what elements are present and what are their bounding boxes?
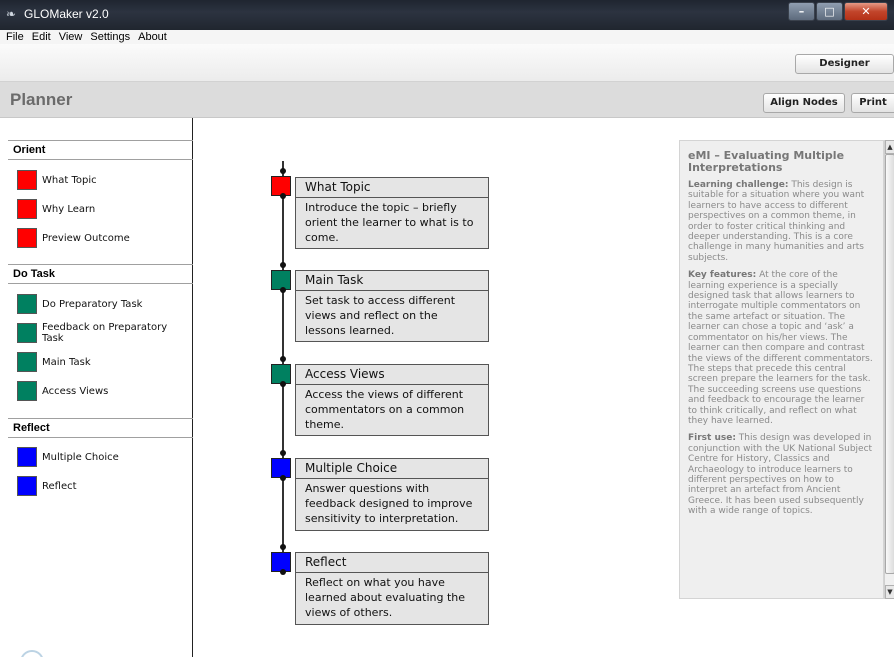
node-title: Access Views (296, 365, 488, 385)
node-description: Introduce the topic – briefly orient the… (305, 201, 474, 244)
info-label: Key features: (688, 270, 757, 281)
node-description: Access the views of different commentato… (305, 388, 465, 431)
connector-dot (280, 193, 286, 199)
window-title: GLOMaker v2.0 (24, 7, 109, 21)
info-text: This design was developed in conjunction… (688, 433, 873, 517)
menu-about[interactable]: About (134, 30, 171, 44)
section-do-task: Do Task (8, 264, 193, 284)
palette-item-feedback-preparatory[interactable]: Feedback on Preparatory Task (17, 322, 182, 344)
toolbar (0, 44, 894, 82)
palette-item-label: Reflect (42, 480, 77, 492)
palette-item-label: Main Task (42, 356, 91, 368)
palette-item-label: Why Learn (42, 203, 96, 215)
app-window: ❧ GLOMaker v2.0 – □ ✕ File Edit View Set… (0, 0, 894, 657)
palette-item-label: Do Preparatory Task (42, 298, 143, 310)
scroll-up-icon[interactable]: ▲ (885, 140, 894, 154)
title-bar: ❧ GLOMaker v2.0 – □ ✕ (0, 0, 894, 30)
connector-dot (280, 287, 286, 293)
info-text: At the core of the learning experience i… (688, 270, 873, 426)
palette-item-preview-outcome[interactable]: Preview Outcome (17, 227, 182, 249)
node-reflect[interactable]: Reflect Reflect on what you have learned… (295, 552, 489, 625)
feather-icon: ❧ (6, 7, 17, 21)
info-scrollbar[interactable]: ▲ ▼ (884, 140, 894, 599)
menu-settings[interactable]: Settings (86, 30, 134, 44)
node-main-task[interactable]: Main Task Set task to access different v… (295, 270, 489, 342)
palette-item-what-topic[interactable]: What Topic (17, 169, 182, 191)
palette-item-do-preparatory-task[interactable]: Do Preparatory Task (17, 293, 182, 315)
menu-file[interactable]: File (0, 30, 28, 44)
connector-dot (280, 262, 286, 268)
node-title: Multiple Choice (296, 459, 488, 479)
palette-item-label: Feedback on Preparatory Task (42, 322, 168, 344)
orient-swatch (17, 228, 37, 248)
palette-item-reflect[interactable]: Reflect (17, 475, 182, 497)
orient-swatch (17, 170, 37, 190)
planner-header (0, 82, 894, 118)
align-nodes-button[interactable]: Align Nodes (763, 93, 845, 113)
section-reflect: Reflect (8, 418, 193, 438)
palette-item-why-learn[interactable]: Why Learn (17, 198, 182, 220)
connector-dot (280, 569, 286, 575)
info-label: First use: (688, 433, 736, 444)
palette-item-access-views[interactable]: Access Views (17, 380, 182, 402)
do-task-swatch (17, 352, 37, 372)
do-task-swatch (17, 294, 37, 314)
orient-swatch (17, 199, 37, 219)
page-title: Planner (10, 90, 73, 109)
info-key-features: Key features: At the core of the learnin… (688, 270, 873, 426)
menu-bar: File Edit View Settings About (0, 30, 894, 44)
do-task-swatch (17, 323, 37, 343)
connector-dot (280, 168, 286, 174)
design-info-panel: eMI – Evaluating Multiple Interpretation… (679, 140, 884, 599)
node-description: Reflect on what you have learned about e… (305, 576, 466, 619)
node-description: Set task to access different views and r… (305, 294, 456, 337)
node-title: Main Task (296, 271, 488, 291)
menu-view[interactable]: View (55, 30, 87, 44)
designer-button[interactable]: Designer (795, 54, 894, 74)
palette-item-main-task[interactable]: Main Task (17, 351, 182, 373)
node-what-topic[interactable]: What Topic Introduce the topic – briefly… (295, 177, 489, 249)
info-learning-challenge: Learning challenge: This design is suita… (688, 180, 873, 263)
print-button[interactable]: Print (851, 93, 894, 113)
palette-item-label: Multiple Choice (42, 451, 119, 463)
info-heading: eMI – Evaluating Multiple Interpretation… (688, 149, 845, 174)
reflect-swatch (17, 476, 37, 496)
info-first-use: First use: This design was developed in … (688, 433, 873, 516)
palette-item-label: Access Views (42, 385, 109, 397)
connector-dot (280, 475, 286, 481)
node-title: Reflect (296, 553, 488, 573)
palette-item-multiple-choice[interactable]: Multiple Choice (17, 446, 182, 468)
menu-edit[interactable]: Edit (28, 30, 55, 44)
info-label: Learning challenge: (688, 180, 789, 190)
connector-dot (280, 356, 286, 362)
reflect-swatch (17, 447, 37, 467)
section-orient: Orient (8, 140, 193, 160)
node-access-views[interactable]: Access Views Access the views of differe… (295, 364, 489, 436)
connector-dot (280, 450, 286, 456)
node-description: Answer questions with feedback designed … (305, 482, 473, 525)
connector-dot (280, 381, 286, 387)
window-controls: – □ ✕ (787, 2, 888, 22)
node-title: What Topic (296, 178, 488, 198)
scroll-down-icon[interactable]: ▼ (885, 585, 894, 599)
node-multiple-choice[interactable]: Multiple Choice Answer questions with fe… (295, 458, 489, 531)
palette-item-label: What Topic (42, 174, 97, 186)
info-text: This design is suitable for a situation … (688, 180, 865, 263)
palette-item-label: Preview Outcome (42, 232, 130, 244)
minimize-icon[interactable]: – (788, 2, 815, 21)
connector-dot (280, 544, 286, 550)
scroll-thumb[interactable] (885, 154, 894, 574)
do-task-swatch (17, 381, 37, 401)
close-icon[interactable]: ✕ (844, 2, 888, 21)
maximize-icon[interactable]: □ (816, 2, 843, 21)
